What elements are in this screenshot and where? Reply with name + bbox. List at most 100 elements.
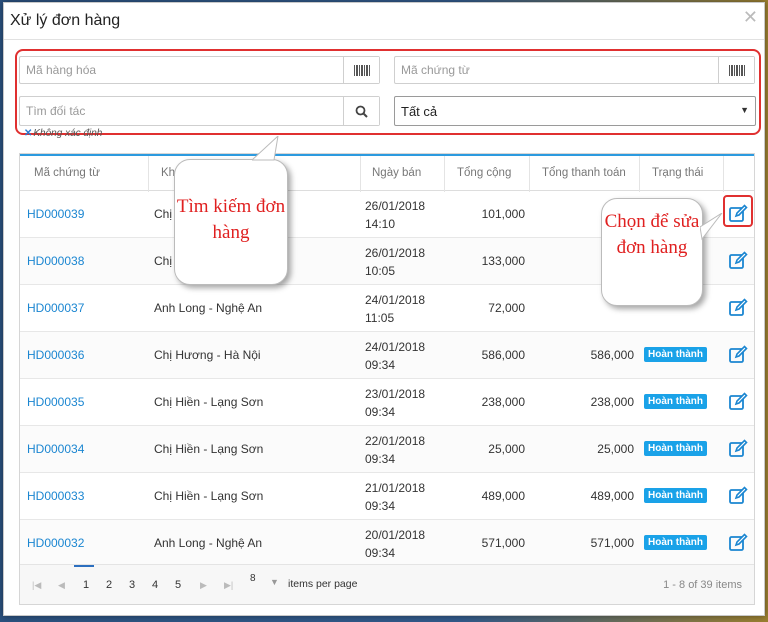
edit-icon[interactable] [728,345,748,365]
caret-down-icon: ▼ [740,105,749,115]
document-code-link[interactable]: HD000036 [27,348,84,362]
col-separator [148,156,149,192]
table-row[interactable]: HD000033 Chị Hiền - Lạng Sơn 21/01/2018 09:… [20,473,754,520]
customer-name: Chị Hương - Hà Nội [154,348,261,362]
partner-field[interactable] [19,96,380,126]
customer-name: Chị [154,207,173,221]
document-code-link[interactable]: HD000034 [27,442,84,456]
table-row[interactable]: HD000034 Chị Hiền - Lạng Sơn 22/01/2018 09:… [20,426,754,473]
last-page-icon[interactable]: ▶| [224,580,233,591]
order-total: 101,000 [481,207,525,221]
caret-down-icon: ▼ [270,577,279,587]
per-page-select[interactable]: 8 ▼ [250,573,279,587]
col-separator [360,156,361,192]
edit-icon[interactable] [728,439,748,459]
first-page-icon[interactable]: |◀ [32,580,41,591]
search-callout-pointer [252,136,279,161]
document-code-input[interactable] [395,57,754,83]
col-separator [723,156,724,192]
product-code-field[interactable] [19,56,380,84]
order-paid: 489,000 [590,489,634,503]
customer-name: Anh Long - Nghệ An [154,536,263,550]
sale-time: 09:34 [365,452,396,466]
document-code-link[interactable]: HD000039 [27,207,84,221]
page-3[interactable]: 3 [129,579,135,591]
customer-name: Chị [154,254,173,268]
page-5[interactable]: 5 [175,579,181,591]
table-row[interactable]: HD000032 Anh Long - Nghệ An 20/01/2018 09:3… [20,520,754,567]
per-page-value: 8 [250,573,256,584]
search-icon [355,105,368,118]
sale-time: 14:10 [365,217,396,231]
header-total-paid[interactable]: Tổng thanh toán [542,167,626,179]
header-status[interactable]: Trạng thái [652,167,703,179]
grid-header: Mã chứng từ Kh Ngày bán Tổng cộng Tổng t… [20,154,754,192]
item-range: 1 - 8 of 39 items [663,579,742,591]
order-total: 25,000 [488,442,525,456]
edit-icon[interactable] [728,298,748,318]
current-page-indicator [74,565,94,567]
document-code-link[interactable]: HD000035 [27,395,84,409]
page-2[interactable]: 2 [106,579,112,591]
barcode-button-2[interactable] [718,57,754,83]
prev-page-icon[interactable]: ◀ [58,580,65,591]
page-4[interactable]: 4 [152,579,158,591]
edit-icon[interactable] [728,486,748,506]
barcode-button[interactable] [343,57,379,83]
document-code-link[interactable]: HD000037 [27,301,84,315]
status-badge: Hoàn thành [644,535,707,550]
sale-date: 21/01/2018 [365,481,426,495]
next-page-icon[interactable]: ▶ [200,580,207,591]
header-sale-date[interactable]: Ngày bán [372,167,421,179]
order-dialog: Xử lý đơn hàng ✕ Tất cả ▼ ✕Không xác địn… [3,2,765,616]
page-1[interactable]: 1 [83,579,89,591]
status-badge: Hoàn thành [644,394,707,409]
dialog-title: Xử lý đơn hàng [10,12,121,29]
sale-date: 26/01/2018 [365,246,426,260]
document-code-link[interactable]: HD000038 [27,254,84,268]
order-total: 72,000 [488,301,525,315]
edit-highlight [723,195,753,227]
table-row[interactable]: HD000036 Chị Hương - Hà Nội 24/01/2018 09:3… [20,332,754,379]
customer-name: Chị Hiền - Lạng Sơn [154,442,264,456]
header-total[interactable]: Tổng cộng [457,167,511,179]
sale-time: 11:05 [365,311,395,325]
order-total: 133,000 [481,254,525,268]
document-code-link[interactable]: HD000032 [27,536,84,550]
status-badge: Hoàn thành [644,488,707,503]
edit-icon[interactable] [728,251,748,271]
status-select-value: Tất cả [401,103,438,119]
status-badge: Hoàn thành [644,347,707,362]
table-row[interactable]: HD000035 Chị Hiền - Lạng Sơn 23/01/2018 09:… [20,379,754,426]
product-code-input[interactable] [20,57,379,83]
close-icon[interactable]: ✕ [743,7,758,28]
sale-time: 09:34 [365,358,396,372]
sale-time: 09:34 [365,405,396,419]
barcode-icon [353,64,370,76]
order-paid: 571,000 [590,536,634,550]
header-customer[interactable]: Kh [161,167,175,179]
sale-date: 24/01/2018 [365,293,426,307]
header-document-code[interactable]: Mã chứng từ [34,167,100,179]
filter-chip[interactable]: ✕Không xác định [24,128,102,139]
barcode-icon [728,64,745,76]
remove-chip-icon[interactable]: ✕ [24,128,32,139]
document-code-field[interactable] [394,56,755,84]
edit-callout: Chọn để sửa đơn hàng [601,198,703,306]
col-separator [444,156,445,192]
order-total: 586,000 [481,348,525,362]
sale-date: 23/01/2018 [365,387,426,401]
order-total: 489,000 [481,489,525,503]
title-divider [4,39,764,40]
document-code-link[interactable]: HD000033 [27,489,84,503]
search-button[interactable] [343,97,379,125]
order-paid: 238,000 [590,395,634,409]
order-total: 238,000 [481,395,525,409]
partner-search-input[interactable] [20,97,379,125]
status-select[interactable]: Tất cả ▼ [394,96,756,126]
search-callout: Tìm kiếm đơn hàng [174,159,288,285]
edit-icon[interactable] [728,392,748,412]
sale-date: 20/01/2018 [365,528,426,542]
order-total: 571,000 [481,536,525,550]
edit-icon[interactable] [728,533,748,553]
